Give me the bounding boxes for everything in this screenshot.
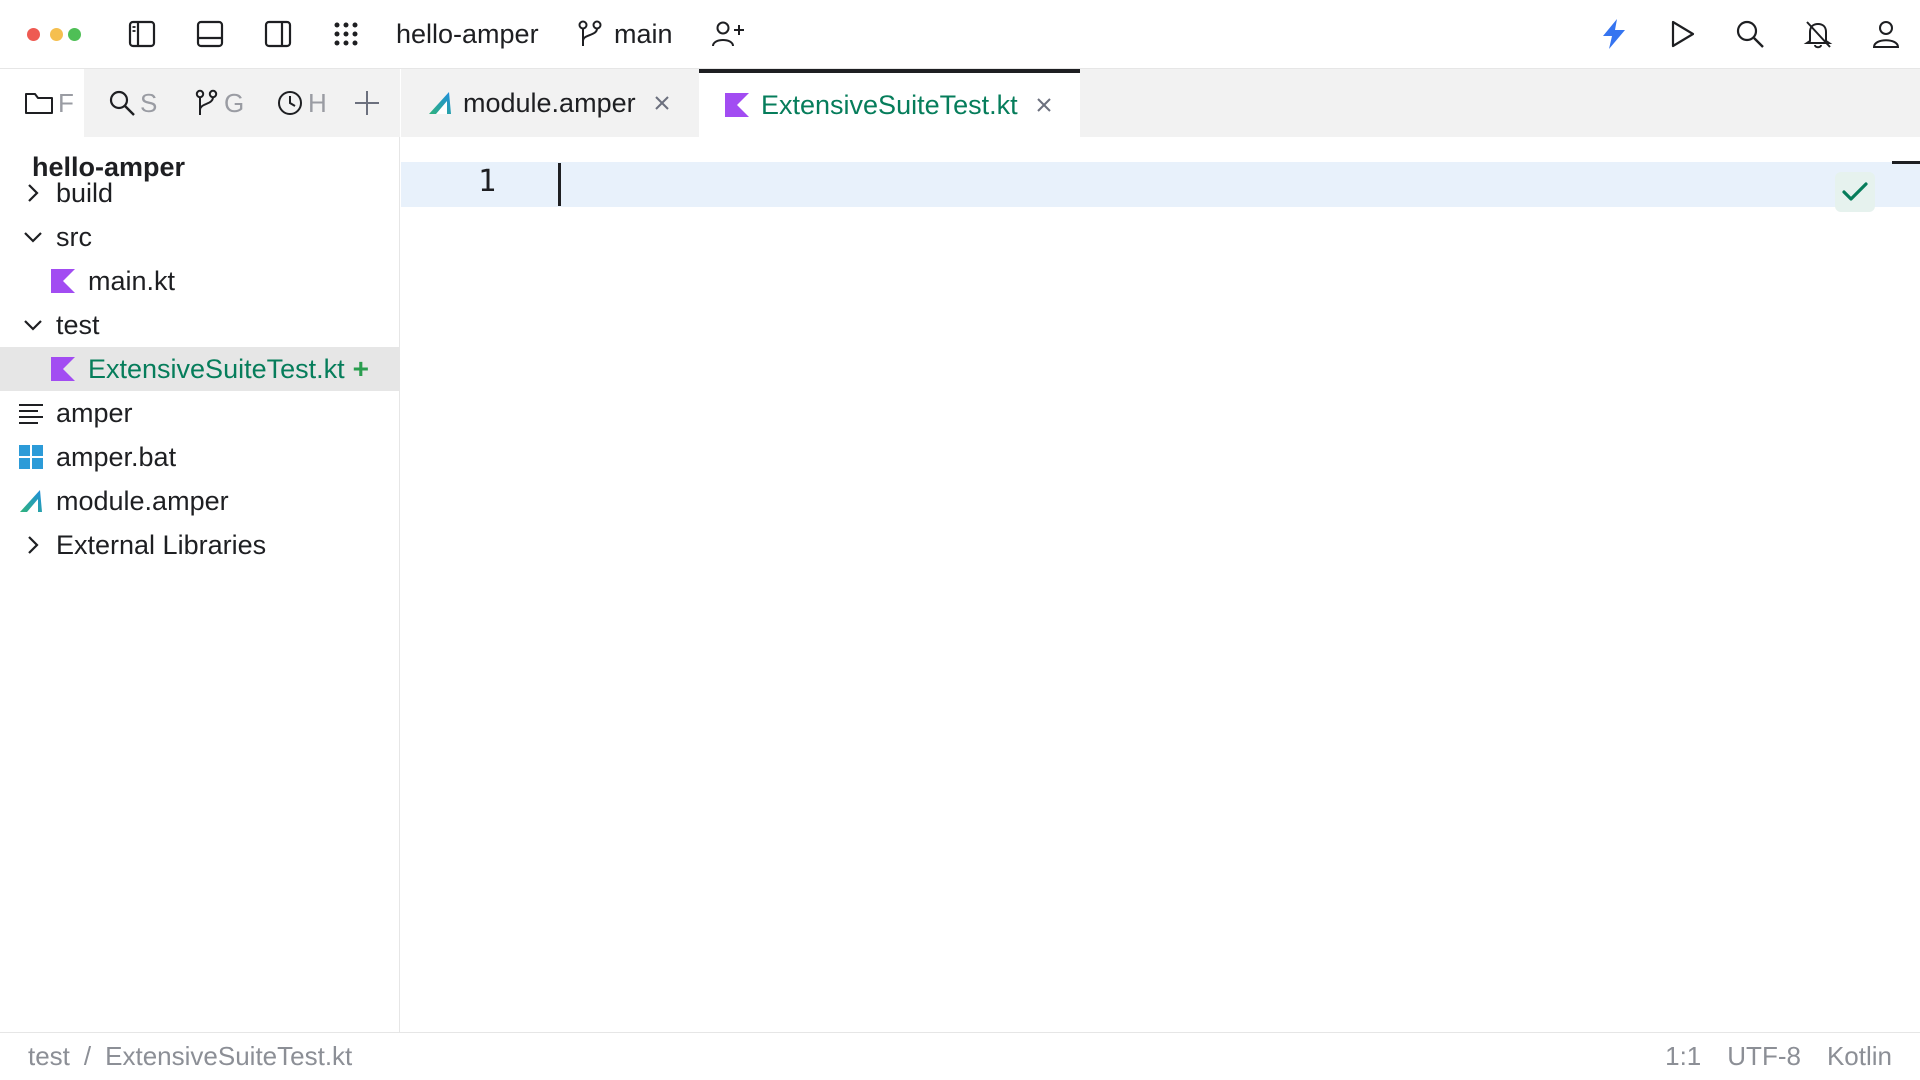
plus-icon	[355, 91, 379, 115]
right-panel-toggle-icon[interactable]	[258, 14, 298, 54]
kotlin-icon	[725, 93, 749, 117]
tree-item-label: External Libraries	[56, 529, 267, 560]
breadcrumb: test / ExtensiveSuiteTest.kt	[28, 1041, 352, 1072]
editor-tab-label: module.amper	[463, 87, 636, 118]
minimize-window-button[interactable]	[50, 28, 63, 41]
tool-window-header: F S G H	[0, 69, 400, 137]
close-window-button[interactable]	[27, 28, 40, 41]
tree-item-label: main.kt	[88, 265, 176, 296]
tree-item-build[interactable]: build	[0, 171, 400, 215]
close-tab-icon[interactable]	[1030, 91, 1058, 119]
tree-item-label: build	[56, 177, 114, 208]
tree-item-label: amper	[56, 397, 133, 428]
tree-item-module-amper[interactable]: module.amper	[0, 479, 400, 523]
main-menu-grid-icon[interactable]	[326, 14, 366, 54]
breadcrumb-separator: /	[83, 1041, 92, 1071]
tree-item-extensive-suite-test[interactable]: ExtensiveSuiteTest.kt +	[0, 347, 400, 391]
caret-line-highlight	[401, 162, 1920, 207]
git-branch-icon	[195, 89, 218, 115]
vcs-added-icon: +	[352, 353, 369, 384]
notifications-off-icon[interactable]	[1798, 14, 1838, 54]
run-icon[interactable]	[1662, 14, 1702, 54]
code-editor[interactable]: 1	[401, 137, 1920, 1032]
editor-tab-bar: module.amper ExtensiveSuiteTest.kt	[401, 69, 1920, 137]
language-widget[interactable]: Kotlin	[1827, 1041, 1892, 1072]
tab-search-label: S	[140, 87, 158, 118]
breadcrumb-item[interactable]: ExtensiveSuiteTest.kt	[105, 1041, 352, 1072]
tree-item-label: src	[56, 221, 92, 252]
encoding-widget[interactable]: UTF-8	[1727, 1041, 1801, 1072]
tree-item-amper[interactable]: amper	[0, 391, 400, 435]
tab-project-label: F	[58, 87, 74, 118]
tab-history[interactable]: H	[276, 83, 327, 123]
line-number: 1	[478, 164, 497, 199]
add-collaborator-icon[interactable]	[708, 14, 748, 54]
tree-item-label: module.amper	[56, 485, 229, 516]
chevron-right-icon[interactable]	[20, 532, 46, 558]
tree-item-label: ExtensiveSuiteTest.kt	[88, 353, 345, 384]
status-bar: test / ExtensiveSuiteTest.kt 1:1 UTF-8 K…	[0, 1032, 1920, 1080]
amper-icon	[429, 92, 451, 114]
tab-git[interactable]: G	[194, 83, 244, 123]
left-panel-toggle-icon[interactable]	[122, 14, 162, 54]
tree-item-amper-bat[interactable]: amper.bat	[0, 435, 400, 479]
editor-tab-module-amper[interactable]: module.amper	[427, 69, 676, 137]
ide-window: hello-amper main F S G H module.amper Ex…	[0, 0, 1920, 1080]
text-caret	[558, 163, 561, 206]
tree-item-test[interactable]: test	[0, 303, 400, 347]
tab-search[interactable]: S	[108, 83, 157, 123]
breadcrumb-item[interactable]: test	[28, 1041, 70, 1072]
tab-history-label: H	[308, 87, 327, 118]
windows-icon	[18, 444, 44, 470]
search-everywhere-icon[interactable]	[1730, 14, 1770, 54]
tab-project[interactable]: F	[24, 83, 74, 123]
title-bar: hello-amper main	[0, 0, 1920, 69]
tab-git-label: G	[224, 87, 245, 118]
kotlin-icon	[50, 356, 76, 382]
status-widgets: 1:1 UTF-8 Kotlin	[1665, 1041, 1892, 1072]
bottom-panel-toggle-icon[interactable]	[190, 14, 230, 54]
zoom-window-button[interactable]	[68, 28, 81, 41]
close-tab-icon[interactable]	[648, 89, 676, 117]
editor-tab-extensive-suite-test[interactable]: ExtensiveSuiteTest.kt	[699, 69, 1080, 137]
scrollbar-marker[interactable]	[1892, 161, 1920, 164]
folder-icon	[25, 93, 53, 114]
editor-tab-label: ExtensiveSuiteTest.kt	[761, 89, 1018, 120]
tree-item-label: amper.bat	[56, 441, 177, 472]
kotlin-icon	[50, 268, 76, 294]
tree-item-label: test	[56, 309, 100, 340]
tree-item-src[interactable]: src	[0, 215, 400, 259]
clock-icon	[278, 91, 302, 115]
branch-selector[interactable]: main	[576, 14, 673, 54]
account-icon[interactable]	[1866, 14, 1906, 54]
search-icon	[109, 90, 135, 116]
chevron-down-icon[interactable]	[20, 312, 46, 338]
amper-icon	[18, 488, 44, 514]
add-tool-window-button[interactable]	[352, 83, 382, 123]
caret-position-widget[interactable]: 1:1	[1665, 1041, 1701, 1072]
chevron-right-icon[interactable]	[20, 180, 46, 206]
tree-item-external-libraries[interactable]: External Libraries	[0, 523, 400, 567]
project-name-button[interactable]: hello-amper	[396, 16, 539, 52]
chevron-down-icon[interactable]	[20, 224, 46, 250]
lightning-icon[interactable]	[1594, 14, 1634, 54]
inspection-ok-icon[interactable]	[1835, 172, 1875, 212]
text-file-icon	[18, 400, 44, 426]
tree-item-main-kt[interactable]: main.kt	[0, 259, 400, 303]
branch-name: main	[614, 18, 673, 49]
project-tool-window: hello-amper build src main.kt test Exten…	[0, 137, 400, 1032]
git-branch-icon	[578, 20, 602, 46]
